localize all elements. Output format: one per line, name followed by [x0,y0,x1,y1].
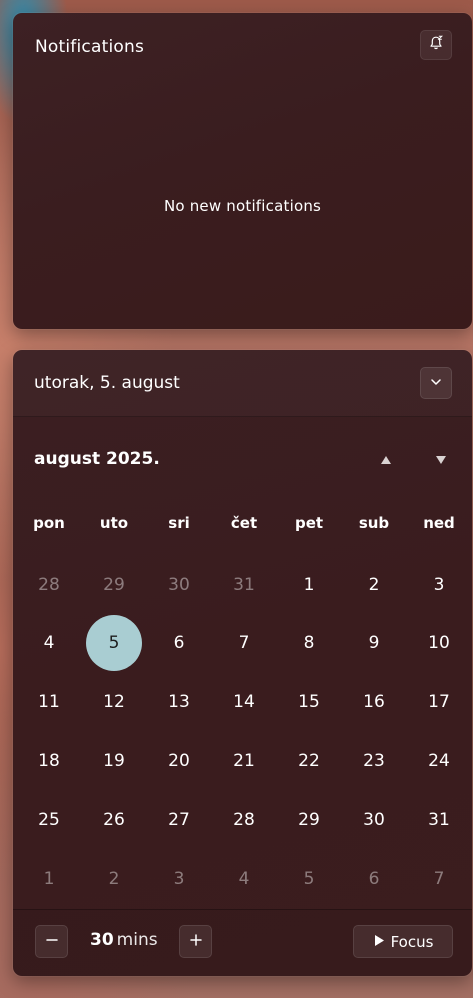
plus-icon [189,932,203,951]
calendar-day[interactable]: 7 [216,615,272,671]
focus-duration: 30 mins [90,930,158,950]
calendar-day[interactable]: 18 [21,733,77,789]
calendar-day[interactable]: 5 [281,851,337,907]
weekday-label: čet [230,514,258,532]
calendar-day[interactable]: 8 [281,615,337,671]
focus-duration-value: 30 [90,930,114,950]
calendar-day[interactable]: 6 [151,615,207,671]
previous-month-button[interactable] [374,448,398,470]
calendar-day[interactable]: 6 [346,851,402,907]
calendar-day[interactable]: 10 [411,615,467,671]
focus-session-bar: 30 mins Focus [13,909,472,976]
start-focus-button[interactable]: Focus [353,925,453,958]
calendar-day[interactable]: 4 [216,851,272,907]
calendar-flyout: utorak, 5. august august 2025. pon uto sri… [13,350,472,976]
no-notifications-text: No new notifications [163,197,322,215]
weekday-label: uto [99,514,129,532]
weekday-label: pon [33,514,65,532]
calendar-day[interactable]: 1 [281,557,337,613]
calendar-day[interactable]: 9 [346,615,402,671]
focus-button-label: Focus [390,932,434,951]
calendar-day[interactable]: 20 [151,733,207,789]
chevron-down-icon [429,374,443,393]
focus-duration-unit: mins [116,930,158,950]
notifications-title: Notifications [35,37,144,57]
notification-center: Notifications No new notifications [13,13,472,329]
calendar-day[interactable]: 24 [411,733,467,789]
calendar-day[interactable]: 19 [86,733,142,789]
weekday-header-row: pon uto sri čet pet sub ned [13,514,472,538]
collapse-calendar-button[interactable] [420,367,452,399]
calendar-day[interactable]: 13 [151,674,207,730]
calendar-header: utorak, 5. august [13,350,472,417]
calendar-day[interactable]: 29 [86,557,142,613]
next-month-button[interactable] [429,448,453,470]
calendar-day[interactable]: 22 [281,733,337,789]
minus-icon [45,932,59,951]
calendar-day[interactable]: 12 [86,674,142,730]
calendar-day[interactable]: 11 [21,674,77,730]
calendar-day[interactable]: 17 [411,674,467,730]
calendar-day[interactable]: 4 [21,615,77,671]
weekday-label: sri [168,514,190,532]
do-not-disturb-button[interactable] [420,30,452,60]
decrease-focus-time-button[interactable] [35,925,68,958]
triangle-up-icon [380,450,392,469]
calendar-day[interactable]: 26 [86,792,142,848]
calendar-day[interactable]: 3 [411,557,467,613]
calendar-day[interactable]: 25 [21,792,77,848]
month-year-label[interactable]: august 2025. [34,449,160,469]
calendar-day[interactable]: 3 [151,851,207,907]
calendar-day[interactable]: 2 [86,851,142,907]
calendar-day[interactable]: 23 [346,733,402,789]
calendar-day[interactable]: 16 [346,674,402,730]
focus-assist-icon [428,35,444,55]
calendar-day[interactable]: 29 [281,792,337,848]
calendar-day-today[interactable]: 5 [86,615,142,671]
triangle-down-icon [435,450,447,469]
calendar-day[interactable]: 15 [281,674,337,730]
calendar-day[interactable]: 31 [411,792,467,848]
current-date-label: utorak, 5. august [34,373,180,393]
calendar-day[interactable]: 30 [346,792,402,848]
play-icon [373,933,385,951]
calendar-day[interactable]: 28 [21,557,77,613]
calendar-day[interactable]: 21 [216,733,272,789]
weekday-label: sub [358,514,390,532]
calendar-day[interactable]: 2 [346,557,402,613]
weekday-label: pet [294,514,324,532]
calendar-day[interactable]: 28 [216,792,272,848]
calendar-day[interactable]: 14 [216,674,272,730]
calendar-day[interactable]: 1 [21,851,77,907]
calendar-day[interactable]: 27 [151,792,207,848]
calendar-day[interactable]: 7 [411,851,467,907]
calendar-day[interactable]: 31 [216,557,272,613]
increase-focus-time-button[interactable] [179,925,212,958]
calendar-day[interactable]: 30 [151,557,207,613]
weekday-label: ned [423,514,455,532]
